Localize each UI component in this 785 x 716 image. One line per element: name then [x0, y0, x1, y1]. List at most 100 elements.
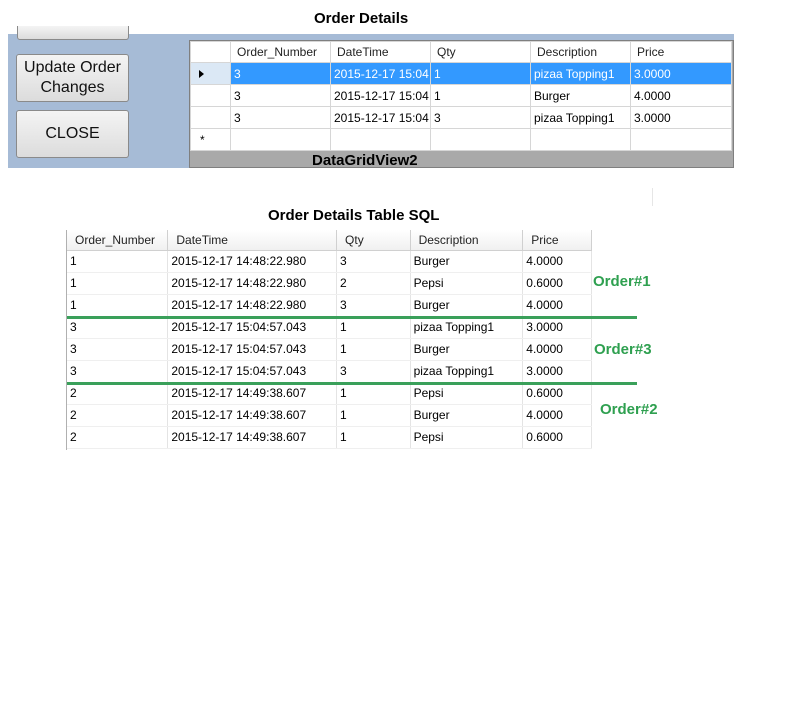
grid-cell[interactable]: 3: [430, 106, 531, 129]
sql-cell: 2015-12-17 15:04:57.043: [167, 316, 338, 339]
sql-cell: 3: [336, 294, 411, 317]
grid-column-header[interactable]: Description: [530, 41, 631, 63]
grid-cell[interactable]: pizaa Topping1: [530, 62, 631, 85]
sql-cell: 3: [67, 316, 169, 339]
top-partial-button[interactable]: [17, 26, 129, 40]
window-title: Order Details: [314, 10, 409, 27]
order2-annotation: Order#2: [600, 401, 658, 418]
grid-cell[interactable]: 2015-12-17 15:04: [330, 62, 431, 85]
sql-row: 1 2015-12-17 14:48:22.980 3 Burger 4.000…: [67, 294, 592, 317]
new-row-marker: *: [200, 133, 205, 147]
sql-table: Order_Number DateTime Qty Description Pr…: [67, 230, 592, 449]
sql-column-header: Qty: [336, 230, 411, 251]
current-row-arrow-icon: [199, 70, 204, 78]
sql-cell: 1: [67, 294, 169, 317]
update-order-changes-button[interactable]: Update Order Changes: [16, 54, 129, 102]
sql-cell: Burger: [410, 250, 524, 273]
grid-cell[interactable]: [630, 128, 732, 151]
grid-cell[interactable]: [530, 128, 631, 151]
row-header[interactable]: [190, 84, 231, 107]
sql-column-header: Description: [410, 230, 524, 251]
sql-cell: 2: [67, 382, 169, 405]
grid-cell[interactable]: 1: [430, 62, 531, 85]
sql-cell: 2015-12-17 14:49:38.607: [167, 404, 338, 427]
grid-cell[interactable]: 1: [430, 84, 531, 107]
sql-cell: 2015-12-17 14:48:22.980: [167, 272, 338, 295]
grid-column-header[interactable]: DateTime: [330, 41, 431, 63]
grid-cell[interactable]: 3: [230, 106, 331, 129]
order-separator-line: [67, 316, 637, 319]
sql-column-header: DateTime: [167, 230, 338, 251]
sql-table-title: Order Details Table SQL: [268, 207, 440, 224]
grid-cell[interactable]: 4.0000: [630, 84, 732, 107]
grid-cell[interactable]: 3.0000: [630, 106, 732, 129]
grid-cell[interactable]: 3: [230, 84, 331, 107]
sql-row: 3 2015-12-17 15:04:57.043 1 Burger 4.000…: [67, 338, 592, 361]
grid-cell[interactable]: [230, 128, 331, 151]
sql-cell: 2015-12-17 15:04:57.043: [167, 338, 338, 361]
sql-cell: Pepsi: [410, 382, 524, 405]
sql-cell: 2: [67, 426, 169, 449]
sql-cell: Pepsi: [410, 272, 524, 295]
grid-corner-cell: [190, 41, 231, 63]
grid-cell[interactable]: 2015-12-17 15:04: [330, 84, 431, 107]
sql-cell: 2015-12-17 14:49:38.607: [167, 426, 338, 449]
sql-cell: 2015-12-17 14:48:22.980: [167, 250, 338, 273]
grid-column-header[interactable]: Qty: [430, 41, 531, 63]
sql-results-grid: Order_Number DateTime Qty Description Pr…: [66, 230, 592, 450]
sql-cell: 3.0000: [522, 360, 592, 383]
grid-cell[interactable]: 2015-12-17 15:04: [330, 106, 431, 129]
order1-annotation: Order#1: [593, 273, 651, 290]
row-header[interactable]: *: [190, 128, 231, 151]
sql-cell: 0.6000: [522, 272, 592, 295]
sql-cell: 4.0000: [522, 404, 592, 427]
sql-cell: 3: [336, 360, 411, 383]
row-header[interactable]: [190, 62, 231, 85]
sql-column-header: Price: [522, 230, 592, 251]
grid-header-row: Order_Number DateTime Qty Description Pr…: [190, 41, 732, 63]
data-grid-view[interactable]: Order_Number DateTime Qty Description Pr…: [189, 40, 734, 168]
sql-cell: 3: [67, 360, 169, 383]
grid-cell[interactable]: [430, 128, 531, 151]
close-button[interactable]: CLOSE: [16, 110, 129, 158]
grid-row[interactable]: 3 2015-12-17 15:04 1 Burger 4.0000: [190, 84, 732, 107]
grid-column-header[interactable]: Price: [630, 41, 732, 63]
sql-cell: 2015-12-17 15:04:57.043: [167, 360, 338, 383]
grid-column-header[interactable]: Order_Number: [230, 41, 331, 63]
sql-header-row: Order_Number DateTime Qty Description Pr…: [67, 230, 592, 251]
grid-cell[interactable]: 3.0000: [630, 62, 732, 85]
grid-new-row[interactable]: *: [190, 128, 732, 151]
sql-cell: Burger: [410, 404, 524, 427]
grid-cell[interactable]: pizaa Topping1: [530, 106, 631, 129]
sql-cell: 1: [67, 272, 169, 295]
sql-cell: 4.0000: [522, 294, 592, 317]
grid-cell[interactable]: Burger: [530, 84, 631, 107]
sql-cell: Pepsi: [410, 426, 524, 449]
grid-row-selected[interactable]: 3 2015-12-17 15:04 1 pizaa Topping1 3.00…: [190, 62, 732, 85]
sql-cell: 2015-12-17 14:48:22.980: [167, 294, 338, 317]
sql-row: 2 2015-12-17 14:49:38.607 1 Pepsi 0.6000: [67, 426, 592, 449]
order-separator-line: [67, 382, 637, 385]
sql-row: 2 2015-12-17 14:49:38.607 1 Pepsi 0.6000: [67, 382, 592, 405]
sql-cell: 0.6000: [522, 382, 592, 405]
sql-cell: 1: [336, 338, 411, 361]
row-header[interactable]: [190, 106, 231, 129]
sql-column-header: Order_Number: [67, 230, 169, 251]
sql-row: 3 2015-12-17 15:04:57.043 3 pizaa Toppin…: [67, 360, 592, 383]
sql-cell: 0.6000: [522, 426, 592, 449]
order3-annotation: Order#3: [594, 341, 652, 358]
sql-cell: 1: [336, 404, 411, 427]
grid-table: Order_Number DateTime Qty Description Pr…: [190, 41, 732, 151]
sql-row: 1 2015-12-17 14:48:22.980 3 Burger 4.000…: [67, 250, 592, 273]
sql-cell: 1: [67, 250, 169, 273]
sql-cell: 1: [336, 382, 411, 405]
sql-row: 2 2015-12-17 14:49:38.607 1 Burger 4.000…: [67, 404, 592, 427]
sql-cell: 2015-12-17 14:49:38.607: [167, 382, 338, 405]
sql-cell: Burger: [410, 294, 524, 317]
grid-row[interactable]: 3 2015-12-17 15:04 3 pizaa Topping1 3.00…: [190, 106, 732, 129]
grid-cell[interactable]: 3: [230, 62, 331, 85]
sql-cell: 4.0000: [522, 250, 592, 273]
grid-cell[interactable]: [330, 128, 431, 151]
sql-cell: 1: [336, 316, 411, 339]
grid-caption: DataGridView2: [312, 152, 418, 169]
